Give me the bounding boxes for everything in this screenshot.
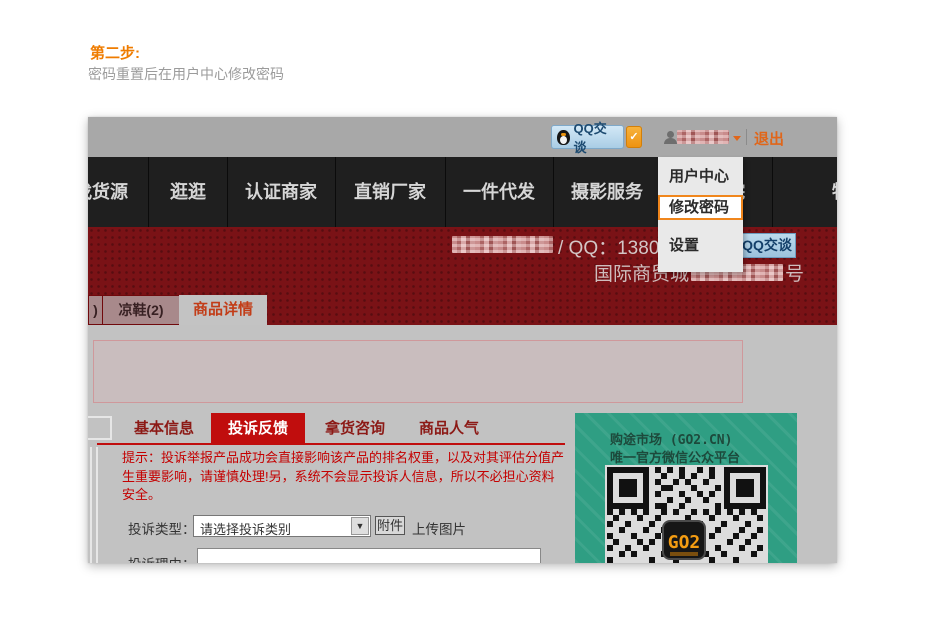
qq-chat-button[interactable]: QQ交谈 <box>551 125 624 149</box>
tab-basic-info[interactable]: 基本信息 <box>124 413 204 445</box>
banner-qq-chat-button[interactable]: QQ交谈 <box>738 233 796 258</box>
tab-partial[interactable]: ) <box>88 295 103 325</box>
qq-chat-label: QQ交谈 <box>574 118 618 156</box>
tab-complaint[interactable]: 投诉反馈 <box>211 413 305 445</box>
complaint-reason-label: 投诉理由： <box>128 553 196 563</box>
tab-popularity[interactable]: 商品人气 <box>409 413 489 445</box>
nav-separator <box>553 157 554 227</box>
nav-separator <box>772 157 773 227</box>
nav-separator <box>227 157 228 227</box>
nav-separator <box>335 157 336 227</box>
phone-number-blurred <box>452 236 553 253</box>
nav-item-certified[interactable]: 认证商家 <box>245 157 317 227</box>
site-header: QQ交谈 ✓ 退出 <box>88 117 837 157</box>
side-panel-border <box>90 447 98 563</box>
attachment-button[interactable]: 附件 <box>375 516 405 535</box>
seller-contact-text: / QQ：1380 <box>558 233 659 260</box>
menu-item-settings[interactable]: 设置 <box>658 220 743 272</box>
nav-item-dropship[interactable]: 一件代发 <box>463 157 535 227</box>
nav-item-photo[interactable]: 摄影服务 <box>571 157 643 227</box>
menu-item-user-center[interactable]: 用户中心 <box>658 157 743 195</box>
wechat-line1: 购途市场 (GO2.CN) <box>610 429 732 448</box>
select-value: 请选择投诉类别 <box>200 519 291 538</box>
wechat-panel: 购途市场 (GO2.CN) 唯一官方微信公众平台 GO2 <box>575 413 797 563</box>
nav-separator <box>445 157 446 227</box>
step-title: 第二步: <box>90 42 140 63</box>
nav-item-browse[interactable]: 逛逛 <box>170 157 206 227</box>
tab-product-detail[interactable]: 商品详情 <box>179 295 267 325</box>
wechat-line2: 唯一官方微信公众平台 <box>610 447 740 466</box>
upload-image-label: 上传图片 <box>412 518 466 538</box>
tab-sandals[interactable]: 凉鞋(2) <box>102 295 180 325</box>
nav-item-logistics[interactable]: 物流 <box>832 157 837 227</box>
qq-penguin-icon <box>557 130 570 145</box>
logout-link[interactable]: 退出 <box>754 128 784 149</box>
chevron-down-icon[interactable] <box>733 136 741 141</box>
complaint-notice: 提示：投诉举报产品成功会直接影响该产品的排名权重，以及对其评估分值产生重要影响，… <box>122 449 566 505</box>
nav-item-factory[interactable]: 直销厂家 <box>354 157 426 227</box>
qr-logo-text: GO2 <box>668 532 701 553</box>
qq-verified-badge-icon: ✓ <box>626 126 642 148</box>
side-box-partial <box>88 416 112 440</box>
username-blurred[interactable] <box>677 130 729 144</box>
screenshot-panel: QQ交谈 ✓ 退出 找货源 逛逛 认证商家 直销厂家 一件代发 摄影服务 商学院… <box>88 117 837 563</box>
complaint-type-label: 投诉类型： <box>128 518 196 538</box>
menu-item-change-password[interactable]: 修改密码 <box>658 195 743 220</box>
header-divider <box>746 129 747 145</box>
address-suffix: 号 <box>785 259 804 286</box>
nav-separator <box>148 157 149 227</box>
nav-item-sources[interactable]: 找货源 <box>88 157 128 227</box>
tab-underline <box>97 443 565 445</box>
complaint-reason-input[interactable] <box>197 548 541 563</box>
select-arrow-icon[interactable]: ▼ <box>351 517 369 535</box>
product-tabs: ) 凉鞋(2) 商品详情 <box>88 295 837 325</box>
product-content: 基本信息 投诉反馈 拿货咨询 商品人气 提示：投诉举报产品成功会直接影响该产品的… <box>88 325 837 563</box>
empty-banner-box <box>93 340 743 403</box>
tab-purchase-inquiry[interactable]: 拿货咨询 <box>315 413 395 445</box>
user-icon <box>664 131 677 144</box>
complaint-type-select[interactable]: 请选择投诉类别 ▼ <box>193 515 371 537</box>
user-dropdown-menu: 用户中心 修改密码 设置 <box>658 157 743 272</box>
step-description: 密码重置后在用户中心修改密码 <box>88 64 284 84</box>
qr-code: GO2 <box>605 465 768 563</box>
